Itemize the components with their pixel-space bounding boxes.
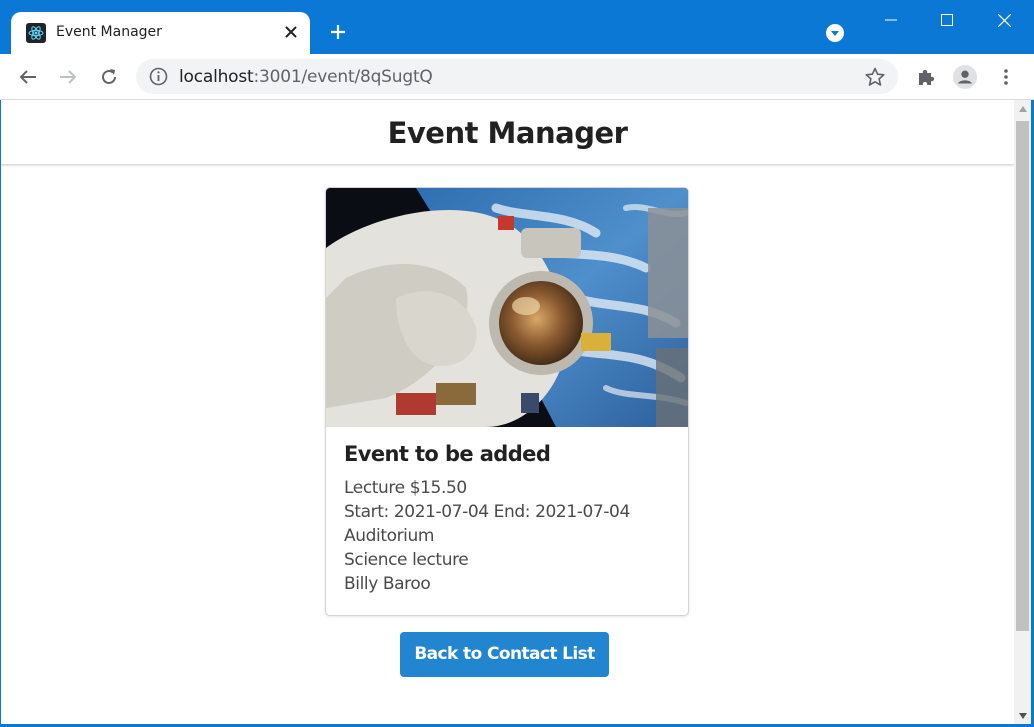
browser-tab[interactable]: Event Manager <box>11 12 310 54</box>
back-to-contact-list-button[interactable]: Back to Contact List <box>400 632 609 677</box>
app-header: Event Manager <box>1 100 1014 165</box>
page-viewport: Event Manager Event to be added Lecture … <box>1 100 1014 724</box>
event-organizer: Billy Baroo <box>344 574 431 594</box>
event-card: Event to be added Lecture $15.50 Start: … <box>325 187 689 616</box>
back-arrow-icon[interactable] <box>13 62 43 92</box>
url-host: localhost <box>179 67 254 87</box>
event-details: Event to be added Lecture $15.50 Start: … <box>344 442 674 596</box>
page-title: Event Manager <box>387 116 628 150</box>
reload-icon[interactable] <box>94 62 124 92</box>
event-location: Auditorium <box>344 526 435 546</box>
address-bar[interactable]: localhost:3001/event/8qSugtQ <box>136 59 898 94</box>
event-type-price: Lecture $15.50 <box>344 478 467 498</box>
extensions-icon[interactable] <box>914 65 938 89</box>
browser-toolbar: localhost:3001/event/8qSugtQ <box>0 54 1034 100</box>
account-icon[interactable] <box>953 65 977 89</box>
star-icon[interactable] <box>864 66 886 88</box>
maximize-icon[interactable] <box>919 0 975 40</box>
event-description: Science lecture <box>344 550 469 570</box>
menu-kebab-icon[interactable] <box>994 65 1018 89</box>
event-dates: Start: 2021-07-04 End: 2021-07-04 <box>344 502 630 522</box>
browser-titlebar: Event Manager <box>0 0 1034 54</box>
window-close-icon[interactable] <box>976 0 1032 40</box>
react-favicon-icon <box>26 23 46 43</box>
profile-dot-icon[interactable] <box>825 23 845 43</box>
scroll-up-icon[interactable] <box>1014 100 1031 117</box>
scrollbar-thumb[interactable] <box>1016 121 1029 631</box>
close-icon[interactable] <box>280 21 302 43</box>
url-path: :3001/event/8qSugtQ <box>253 67 433 87</box>
tab-title: Event Manager <box>56 24 162 40</box>
scroll-down-icon[interactable] <box>1014 707 1031 724</box>
vertical-scrollbar[interactable] <box>1014 100 1031 724</box>
forward-arrow-icon[interactable] <box>53 62 83 92</box>
info-icon[interactable] <box>149 67 168 86</box>
event-name: Event to be added <box>344 442 551 466</box>
minimize-icon[interactable] <box>863 0 919 40</box>
plus-icon[interactable] <box>326 20 350 44</box>
url-text: localhost:3001/event/8qSugtQ <box>179 67 433 87</box>
event-image <box>326 188 688 427</box>
